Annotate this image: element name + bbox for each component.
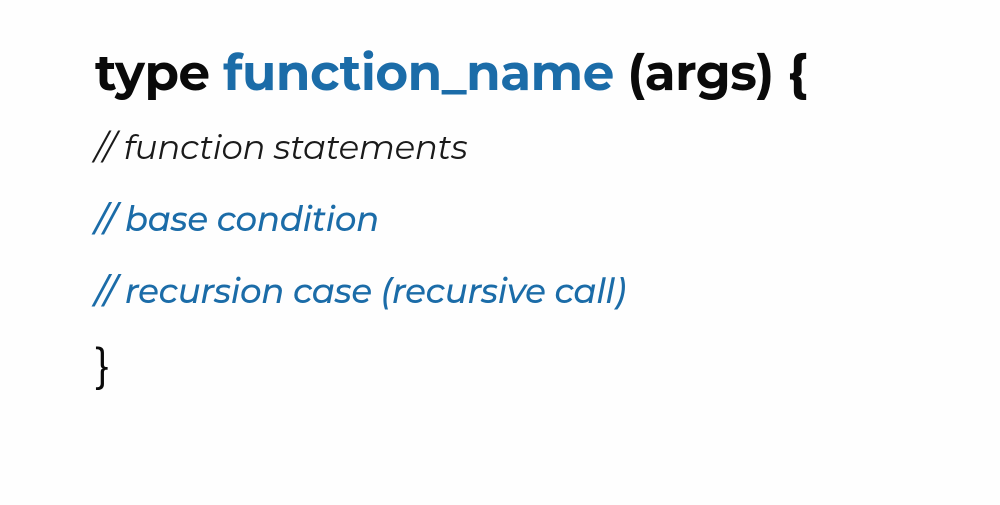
args-and-brace: (args) { bbox=[614, 42, 807, 103]
type-keyword: type bbox=[95, 42, 223, 103]
comment-base-condition: // base condition bbox=[95, 197, 905, 241]
closing-brace: } bbox=[95, 342, 905, 388]
comment-recursion-case: // recursion case (recursive call) bbox=[95, 269, 905, 313]
function-signature: type function_name (args) { bbox=[95, 40, 905, 105]
comment-function-statements: // function statements bbox=[95, 125, 905, 169]
function-name: function_name bbox=[223, 42, 614, 103]
